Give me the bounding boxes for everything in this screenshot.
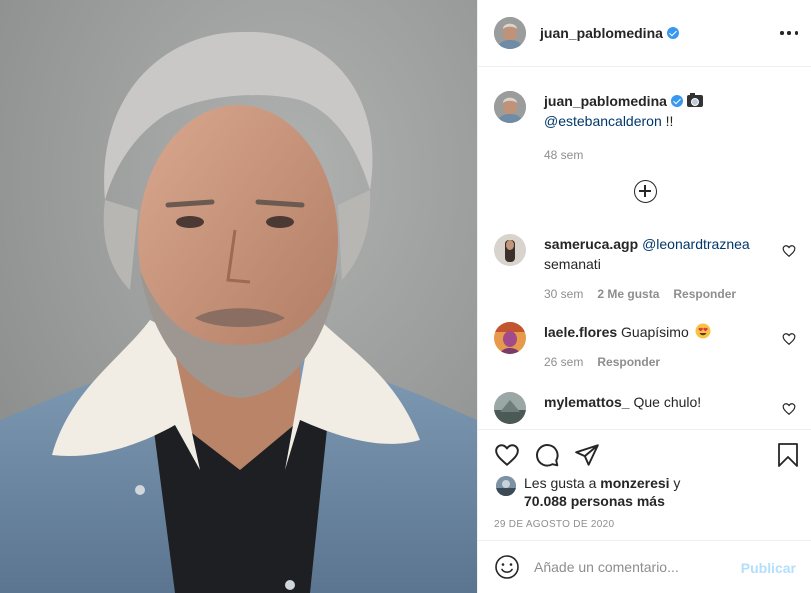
camera-emoji [686,93,703,107]
comment-item: mylemattos_ Que chulo! [494,392,796,424]
more-options-icon[interactable] [780,24,798,42]
reply-button[interactable]: Responder [673,287,736,301]
dot [780,31,784,35]
likes-connector: y [669,475,681,491]
portrait-illustration [0,0,477,593]
avatar-image [494,234,526,266]
caption-time[interactable]: 48 sem [544,148,583,162]
caption-line: juan_pablomedina [544,91,794,111]
caption-line: @estebancalderon !! [544,111,794,131]
comment-icon[interactable] [534,442,560,468]
comment-body: sameruca.agp @leonardtraznea semanati 30… [544,234,764,304]
publish-button[interactable]: Publicar [741,560,796,576]
reply-button[interactable]: Responder [597,355,660,369]
comment-item: laele.flores Guapísimo 26 sem Responder [494,322,796,372]
comment-time[interactable]: 26 sem [544,355,583,369]
heart-icon[interactable] [494,442,520,468]
caption-mention[interactable]: @estebancalderon [544,113,662,129]
instagram-post: juan_pablomedina juan_pablomedina @esteb… [0,0,811,593]
avatar-image [494,392,526,424]
comment-text: Que chulo! [633,394,702,410]
verified-badge-icon [670,95,683,107]
likes-others[interactable]: 70.088 personas más [524,492,680,510]
avatar-image [496,476,516,496]
like-comment-heart-icon[interactable] [782,402,796,416]
comment-meta: 26 sem Responder [544,352,764,372]
comment-input[interactable] [534,559,734,575]
plus-circle-icon[interactable] [634,180,657,203]
verified-badge-icon [666,27,679,39]
likes-prefix: Les gusta a [524,475,601,491]
like-comment-heart-icon[interactable] [782,244,796,258]
caption-author-avatar[interactable] [494,91,526,123]
post-date[interactable]: 29 DE AGOSTO DE 2020 [494,519,614,530]
post-photo[interactable] [0,0,477,593]
dot [794,31,798,35]
comment-time[interactable]: 30 sem [544,287,583,301]
comment-body: laele.flores Guapísimo 26 sem Responder [544,322,764,372]
caption-text: !! [661,113,674,129]
comment-text-line: laele.flores Guapísimo [544,322,764,342]
author-avatar[interactable] [494,17,526,49]
caption-meta: 48 sem [544,145,794,165]
commenter-username[interactable]: sameruca.agp [544,236,638,252]
comment-text: semanati [544,256,601,272]
comment-meta: 30 sem 2 Me gusta Responder [544,284,764,304]
post-caption: juan_pablomedina @estebancalderon !! 48 … [494,91,794,165]
add-comment-bar: Publicar [478,540,811,593]
comment-item: sameruca.agp @leonardtraznea semanati 30… [494,234,796,304]
caption-body: juan_pablomedina @estebancalderon !! 48 … [544,91,794,165]
author-username[interactable]: juan_pablomedina [540,25,679,41]
comments-list: juan_pablomedina @estebancalderon !! 48 … [478,67,811,429]
post-actions: Les gusta a monzeresi y 70.088 personas … [478,429,811,540]
action-icons-row [494,440,800,468]
liker-username[interactable]: monzeresi [600,475,669,491]
share-icon[interactable] [574,442,600,468]
likes-text: Les gusta a monzeresi y 70.088 personas … [524,474,680,510]
like-comment-heart-icon[interactable] [782,332,796,346]
commenter-avatar[interactable] [494,234,526,266]
likes-summary: Les gusta a monzeresi y 70.088 personas … [496,474,680,510]
post-side-panel: juan_pablomedina juan_pablomedina @esteb… [477,0,811,593]
post-header: juan_pablomedina [478,0,811,67]
comment-mention[interactable]: @leonardtraznea [642,236,750,252]
commenter-avatar[interactable] [494,322,526,354]
dot [787,31,791,35]
caption-username[interactable]: juan_pablomedina [544,93,667,109]
comment-body: mylemattos_ Que chulo! [544,392,764,424]
bookmark-icon[interactable] [776,442,800,468]
heart-eyes-emoji [695,323,711,339]
liker-avatar[interactable] [496,476,516,496]
comment-text-line: sameruca.agp @leonardtraznea [544,234,764,254]
avatar-image [494,17,526,49]
emoji-icon[interactable] [494,554,520,580]
commenter-username[interactable]: mylemattos_ [544,394,630,410]
commenter-avatar[interactable] [494,392,526,424]
avatar-image [494,91,526,123]
likes-line-1: Les gusta a monzeresi y [524,474,680,492]
comment-text: Guapísimo [621,324,689,340]
author-username-text[interactable]: juan_pablomedina [540,25,663,41]
avatar-image [494,322,526,354]
comment-likes[interactable]: 2 Me gusta [597,287,659,301]
comment-text-line: mylemattos_ Que chulo! [544,392,764,412]
commenter-username[interactable]: laele.flores [544,324,617,340]
